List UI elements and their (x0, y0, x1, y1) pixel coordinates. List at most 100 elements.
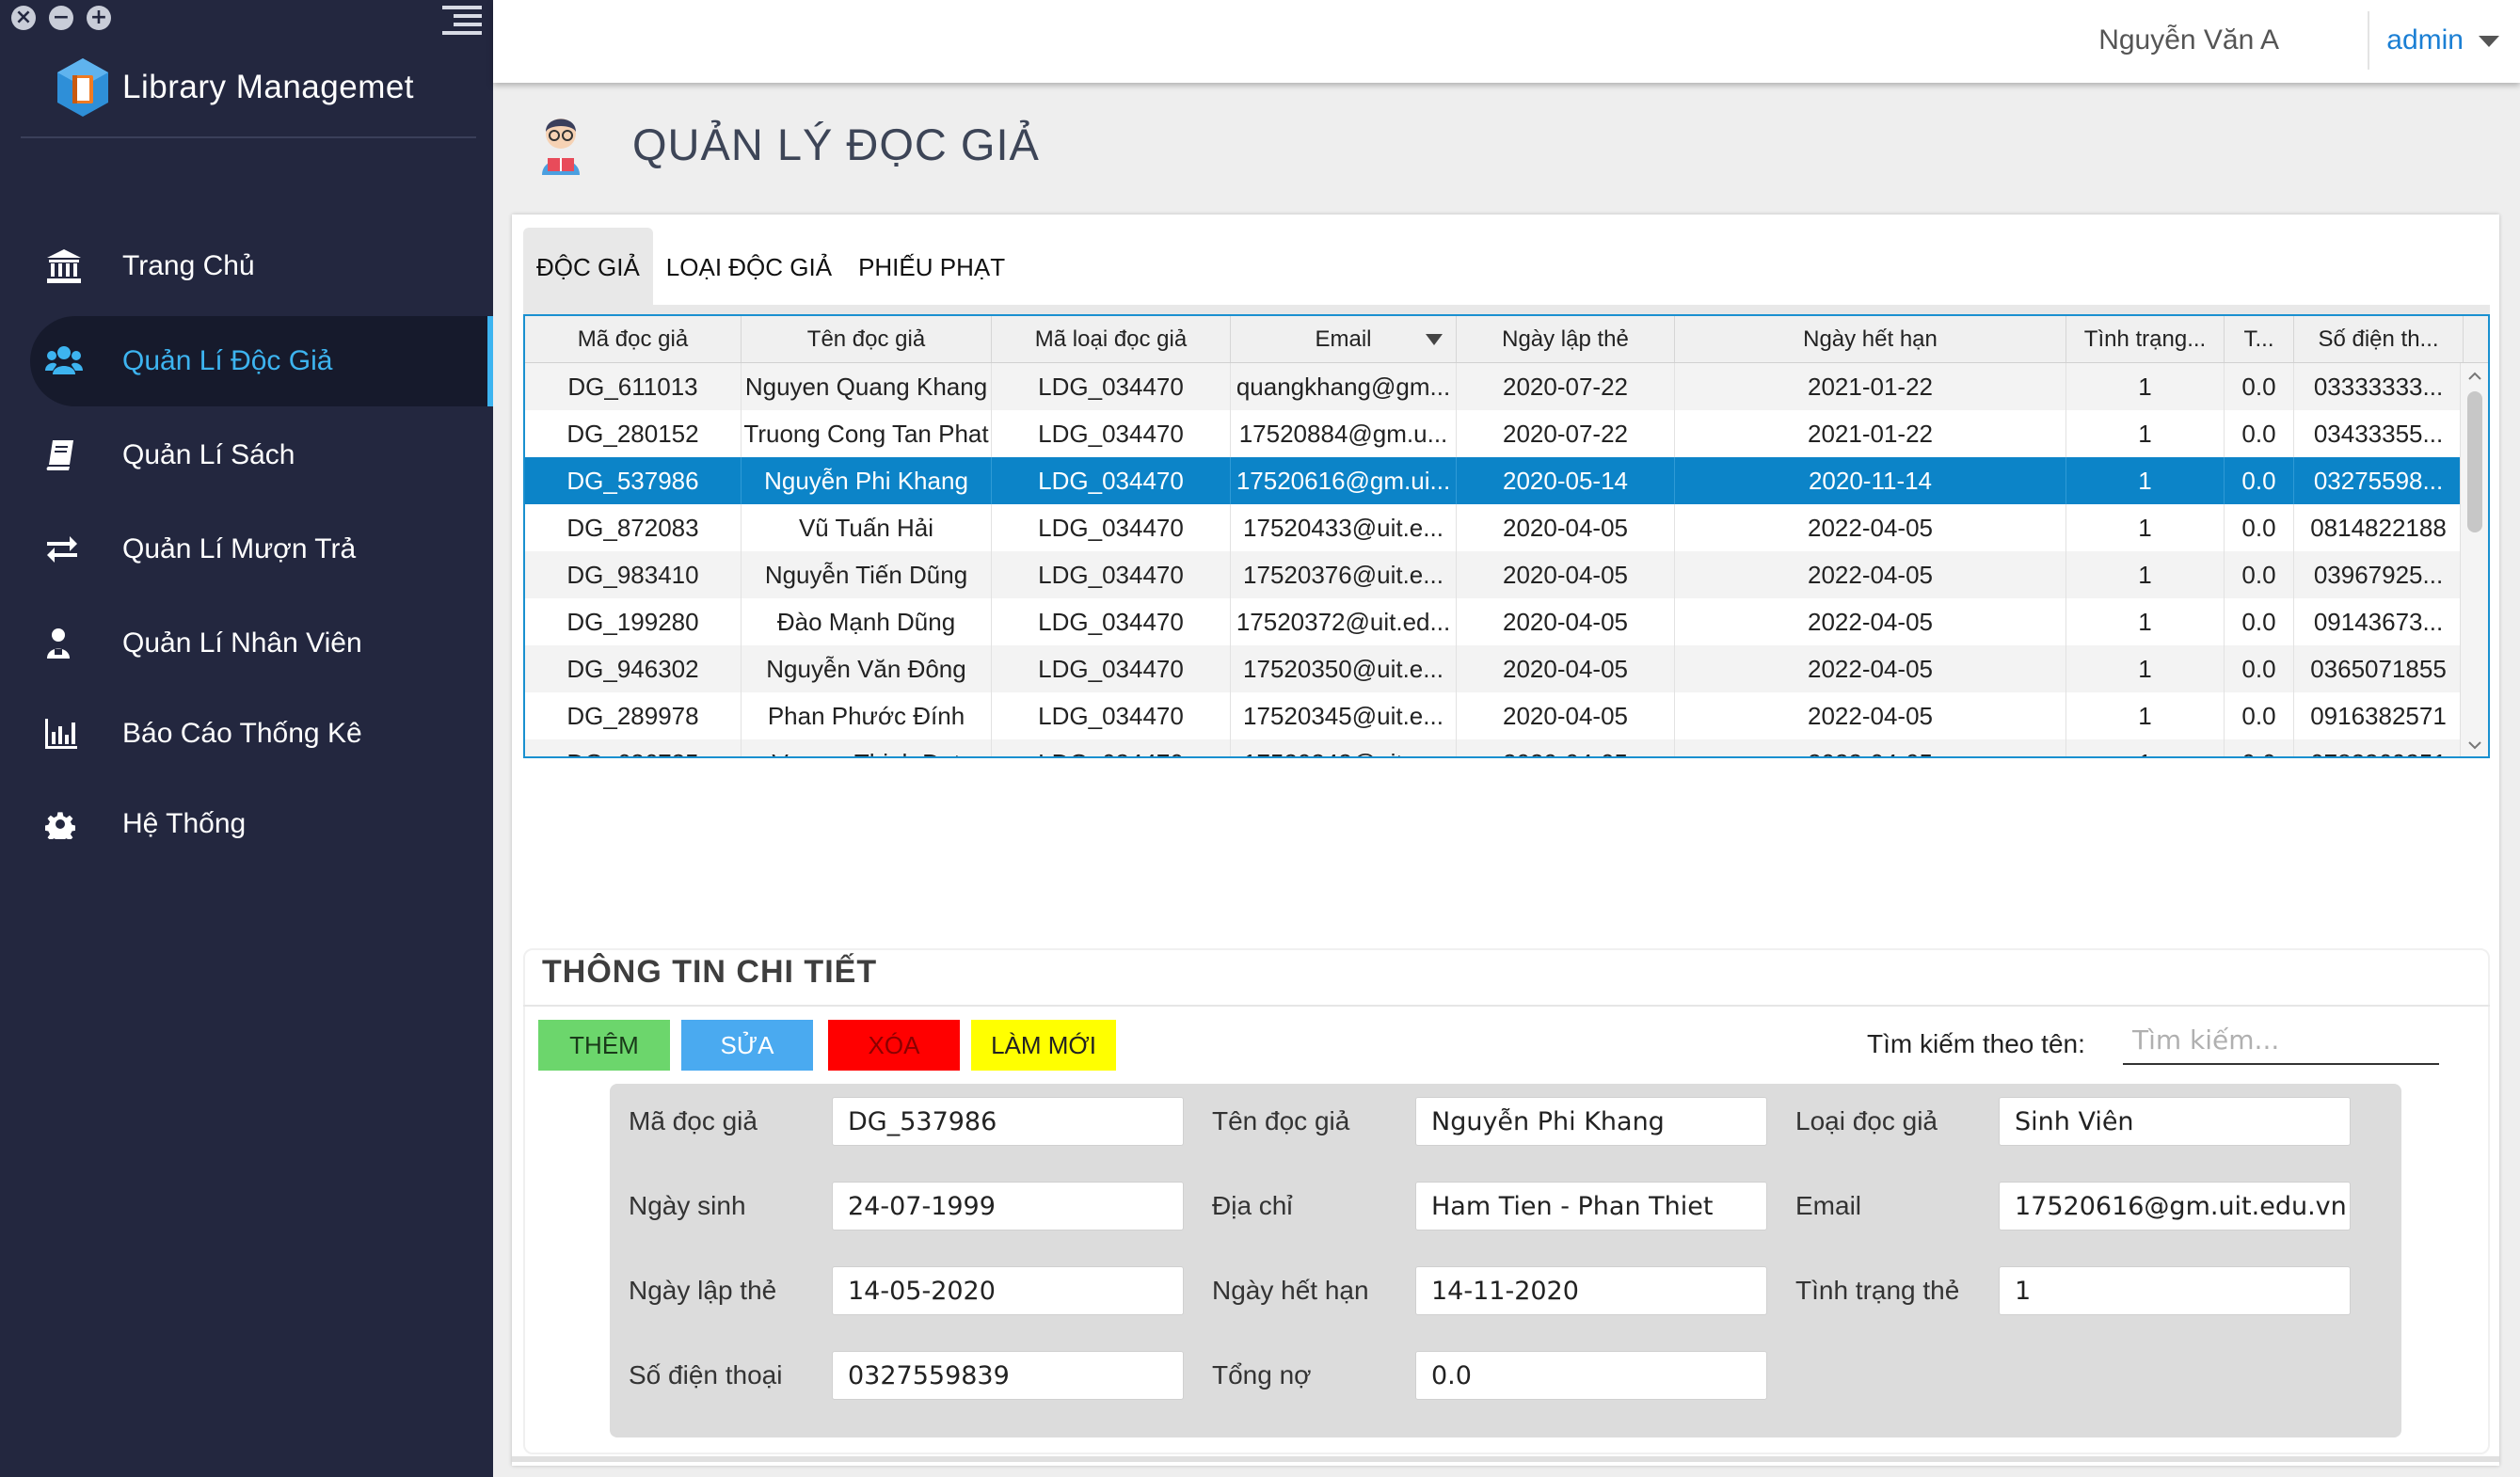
tab-doc-gia[interactable]: ĐỘC GIẢ (523, 228, 653, 307)
so-dien-thoai-field[interactable]: 0327559839 (832, 1351, 1184, 1400)
column-header[interactable]: Email (1231, 316, 1457, 362)
tab-content-strip (523, 305, 2490, 314)
table-cell: Nguyễn Tiến Dũng (742, 551, 992, 598)
sidebar-item-trang-chu[interactable]: Trang Chủ (30, 221, 493, 311)
table-cell: 2022-04-05 (1675, 739, 2066, 756)
sort-desc-icon[interactable] (1426, 334, 1443, 345)
column-header[interactable]: Tên đọc giả (742, 316, 992, 362)
table-cell: 2021-01-22 (1675, 410, 2066, 457)
table-cell: LDG_034470 (992, 363, 1231, 410)
table-cell: 17520343@uit.e... (1231, 739, 1457, 756)
column-header[interactable]: Tình trạng... (2066, 316, 2225, 362)
sidebar-item-quan-li-sach[interactable]: Quản Lí Sách (30, 410, 493, 500)
search-input[interactable] (2123, 1016, 2439, 1065)
tab-phieu-phat[interactable]: PHIẾU PHẠT (845, 228, 1018, 307)
vertical-scrollbar[interactable] (2460, 363, 2488, 756)
table-cell: 17520433@uit.e... (1231, 504, 1457, 551)
column-header[interactable]: Số điện th... (2294, 316, 2464, 362)
table-row[interactable]: DG_636735Vương Thịnh ĐạtLDG_034470175203… (525, 739, 2488, 756)
table-cell: DG_537986 (525, 457, 742, 504)
scrollbar-thumb[interactable] (2467, 391, 2482, 532)
table-cell: 17520350@uit.e... (1231, 645, 1457, 692)
ngay-sinh-field[interactable]: 24-07-1999 (832, 1182, 1184, 1231)
chevron-down-icon[interactable] (2467, 738, 2482, 753)
table-cell: 0.0 (2225, 363, 2294, 410)
chevron-down-icon[interactable] (2479, 36, 2499, 47)
table-cell: 09143673... (2294, 598, 2464, 645)
so-dien-thoai-label: Số điện thoại (629, 1360, 783, 1390)
sidebar-item-label: Quản Lí Nhân Viên (122, 627, 362, 659)
refresh-button[interactable]: LÀM MỚI (971, 1020, 1116, 1071)
table-row[interactable]: DG_289978 Phan Phước Đính LDG_034470 175203… (525, 692, 2488, 739)
edit-button[interactable]: SỬA (681, 1020, 813, 1071)
table-cell: 0.0 (2225, 551, 2294, 598)
table-cell: 2022-04-05 (1675, 598, 2066, 645)
bottom-strip (512, 1456, 2499, 1462)
column-header[interactable]: Ngày lập thẻ (1457, 316, 1675, 362)
table-cell: Nguyễn Phi Khang (742, 457, 992, 504)
table-cell: 03333333... (2294, 363, 2464, 410)
table-cell: 2020-07-22 (1457, 363, 1675, 410)
tong-no-field[interactable]: 0.0 (1415, 1351, 1767, 1400)
table-cell: 0916382571 (2294, 692, 2464, 739)
table-cell: 2020-04-05 (1457, 692, 1675, 739)
ngay-sinh-label: Ngày sinh (629, 1191, 746, 1220)
table-cell: 0.0 (2225, 410, 2294, 457)
table-cell: DG_946302 (525, 645, 742, 692)
ngay-lap-the-field[interactable]: 14-05-2020 (832, 1266, 1184, 1315)
sidebar-item-bao-cao-thong-ke[interactable]: Báo Cáo Thống Kê (30, 689, 493, 779)
close-window-icon[interactable]: × (11, 6, 36, 30)
dia-chi-field[interactable]: Ham Tien - Phan Thiet (1415, 1182, 1767, 1231)
minimize-window-icon[interactable]: − (49, 6, 73, 30)
tinh-trang-the-field[interactable]: 1 (1999, 1266, 2351, 1315)
maximize-window-icon[interactable]: + (87, 6, 111, 30)
sidebar-item-quan-li-doc-gia[interactable]: Quản Lí Độc Giả (30, 316, 493, 406)
chevron-up-icon[interactable] (2467, 369, 2482, 384)
table-cell: LDG_034470 (992, 645, 1231, 692)
add-button[interactable]: THÊM (538, 1020, 670, 1071)
column-header[interactable]: Mã đọc giả (525, 316, 742, 362)
menu-toggle-icon[interactable] (442, 6, 482, 36)
table-cell: Phan Phước Đính (742, 692, 992, 739)
table-cell: 0365071855 (2294, 645, 2464, 692)
table-row[interactable]: DG_280152 Truong Cong Tan Phat LDG_034470 1… (525, 410, 2488, 457)
sidebar-item-label: Quản Lí Mượn Trả (122, 533, 357, 564)
table-cell: 2020-04-05 (1457, 739, 1675, 756)
table-cell: 1 (2066, 363, 2225, 410)
table-header: Mã đọc giả Tên đọc giả Mã loại đọc giả Emai… (525, 316, 2488, 363)
tab-loai-doc-gia[interactable]: LOẠI ĐỘC GIẢ (653, 228, 845, 307)
sidebar-item-label: Báo Cáo Thống Kê (122, 718, 362, 749)
table-cell: 0.0 (2225, 598, 2294, 645)
column-header[interactable]: T... (2225, 316, 2294, 362)
table-row[interactable]: DG_872083 Vũ Tuấn Hải LDG_034470 17520433@u… (525, 504, 2488, 551)
loai-doc-gia-field[interactable]: Sinh Viên (1999, 1097, 2351, 1146)
delete-button[interactable]: XÓA (828, 1020, 960, 1071)
readers-table[interactable]: Mã đọc giả Tên đọc giả Mã loại đọc giả Emai… (523, 314, 2490, 758)
table-cell: 0.0 (2225, 504, 2294, 551)
bank-icon (30, 247, 98, 285)
app-title: Library Managemet (122, 69, 415, 105)
table-row[interactable]: DG_983410 Nguyễn Tiến Dũng LDG_034470 17520… (525, 551, 2488, 598)
table-cell: DG_872083 (525, 504, 742, 551)
table-cell: Nguyen Quang Khang (742, 363, 992, 410)
table-cell: 0814822188 (2294, 504, 2464, 551)
sidebar-item-quan-li-muon-tra[interactable]: Quản Lí Mượn Trả (30, 504, 493, 595)
sidebar-item-quan-li-nhan-vien[interactable]: Quản Lí Nhân Viên (30, 598, 493, 689)
table-cell: 1 (2066, 645, 2225, 692)
email-field[interactable]: 17520616@gm.uit.edu.vn (1999, 1182, 2351, 1231)
table-cell: 0.0 (2225, 645, 2294, 692)
table-row[interactable]: DG_199280 Đào Mạnh Dũng LDG_034470 17520372… (525, 598, 2488, 645)
table-cell: 0782369351 (2294, 739, 2464, 756)
detail-form: Mã đọc giả DG_537986 Tên đọc giả Nguyễn … (610, 1084, 2401, 1437)
column-header[interactable]: Ngày hết hạn (1675, 316, 2066, 362)
ma-doc-gia-field[interactable]: DG_537986 (832, 1097, 1184, 1146)
sidebar-item-he-thong[interactable]: Hệ Thống (30, 779, 493, 869)
role-dropdown[interactable]: admin (2386, 24, 2464, 56)
sidebar-item-label: Quản Lí Sách (122, 439, 295, 470)
table-row[interactable]: DG_537986 Nguyễn Phi Khang LDG_034470 17520… (525, 457, 2488, 504)
ngay-het-han-field[interactable]: 14-11-2020 (1415, 1266, 1767, 1315)
ten-doc-gia-field[interactable]: Nguyễn Phi Khang (1415, 1097, 1767, 1146)
table-row[interactable]: DG_946302 Nguyễn Văn Đông LDG_034470 175203… (525, 645, 2488, 692)
column-header[interactable]: Mã loại đọc giả (992, 316, 1231, 362)
table-row[interactable]: DG_611013 Nguyen Quang Khang LDG_034470 qua… (525, 363, 2488, 410)
